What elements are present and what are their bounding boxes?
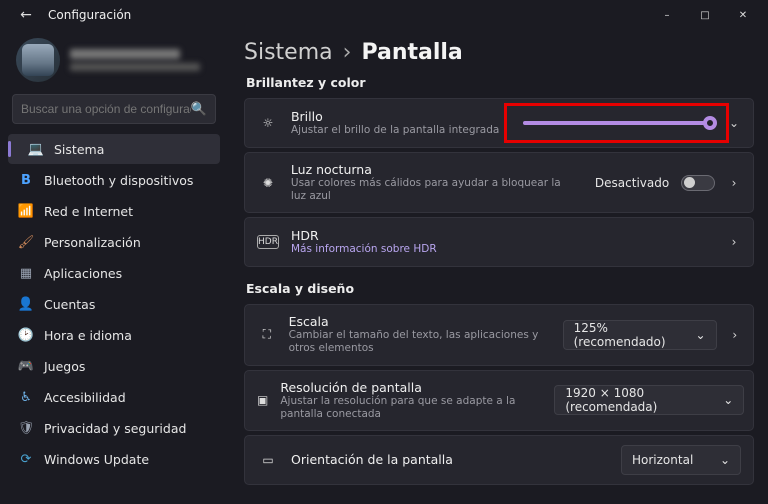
close-button[interactable]: ✕ <box>724 1 762 29</box>
minimize-button[interactable]: – <box>648 1 686 29</box>
card-orientacion[interactable]: ▭ Orientación de la pantalla Horizontal … <box>244 435 754 485</box>
privacy-icon: 🛡 <box>18 420 34 436</box>
nav-list: 💻 Sistema B Bluetooth y dispositivos 📶 R… <box>8 134 220 474</box>
chevron-down-icon: ⌄ <box>723 393 733 407</box>
card-luz-nocturna[interactable]: ✺ Luz nocturna Usar colores más cálidos … <box>244 152 754 213</box>
sidebar-item-update[interactable]: ⟳ Windows Update <box>8 444 220 474</box>
card-hdr[interactable]: HDR HDR Más información sobre HDR › <box>244 217 754 267</box>
sidebar-item-label: Bluetooth y dispositivos <box>44 173 193 188</box>
network-icon: 📶 <box>18 203 34 219</box>
chevron-down-icon[interactable]: ⌄ <box>727 116 741 130</box>
orientation-dropdown[interactable]: Horizontal ⌄ <box>621 445 741 475</box>
system-icon: 💻 <box>28 141 44 157</box>
back-button[interactable]: ← <box>14 7 38 23</box>
sidebar-item-personalizacion[interactable]: 🖌 Personalización <box>8 227 220 257</box>
card-title: Resolución de pantalla <box>280 380 530 395</box>
nightlight-toggle[interactable] <box>681 175 715 191</box>
scale-icon: ⛶ <box>257 327 277 342</box>
card-sub: Ajustar el brillo de la pantalla integra… <box>291 124 499 137</box>
sidebar-item-label: Sistema <box>54 142 104 157</box>
section-scale-layout: Escala y diseño <box>246 281 754 296</box>
sidebar-item-label: Windows Update <box>44 452 149 467</box>
sidebar-item-sistema[interactable]: 💻 Sistema <box>8 134 220 164</box>
card-title: Luz nocturna <box>291 162 571 177</box>
accessibility-icon: ♿ <box>18 389 34 405</box>
sidebar-item-bluetooth[interactable]: B Bluetooth y dispositivos <box>8 165 220 195</box>
personalization-icon: 🖌 <box>18 234 34 250</box>
breadcrumb-current: Pantalla <box>361 40 462 65</box>
sidebar-item-label: Red e Internet <box>44 204 133 219</box>
chevron-down-icon: ⌄ <box>695 328 705 342</box>
search-box[interactable]: 🔍 <box>12 94 216 124</box>
apps-icon: ▦ <box>18 265 34 281</box>
breadcrumb: Sistema › Pantalla <box>244 40 754 65</box>
orientation-icon: ▭ <box>257 453 279 467</box>
main-panel: Sistema › Pantalla Brillantez y color ☼ … <box>226 30 768 504</box>
bluetooth-icon: B <box>18 172 34 188</box>
card-title: Brillo <box>291 109 499 124</box>
resolution-dropdown[interactable]: 1920 × 1080 (recomendada) ⌄ <box>554 385 744 415</box>
sidebar-item-label: Aplicaciones <box>44 266 122 281</box>
hdr-badge-icon: HDR <box>257 235 279 249</box>
dropdown-value: 1920 × 1080 (recomendada) <box>565 386 715 414</box>
card-resolucion[interactable]: ▣ Resolución de pantalla Ajustar la reso… <box>244 370 754 431</box>
gaming-icon: 🎮 <box>18 358 34 374</box>
breadcrumb-parent[interactable]: Sistema <box>244 40 333 65</box>
slider-thumb[interactable] <box>703 116 717 130</box>
sidebar-item-label: Privacidad y seguridad <box>44 421 186 436</box>
search-icon: 🔍 <box>191 102 207 117</box>
card-title: Orientación de la pantalla <box>291 452 453 467</box>
sidebar-item-cuentas[interactable]: 👤 Cuentas <box>8 289 220 319</box>
sidebar-item-label: Personalización <box>44 235 141 250</box>
section-brightness-color: Brillantez y color <box>246 75 754 90</box>
card-brillo[interactable]: ☼ Brillo Ajustar el brillo de la pantall… <box>244 98 754 148</box>
update-icon: ⟳ <box>18 451 34 467</box>
sidebar-item-label: Cuentas <box>44 297 95 312</box>
nightlight-icon: ✺ <box>257 176 279 190</box>
card-escala[interactable]: ⛶ Escala Cambiar el tamaño del texto, la… <box>244 304 754 365</box>
card-title: Escala <box>289 314 539 329</box>
dropdown-value: Horizontal <box>632 453 693 467</box>
sidebar-item-label: Accesibilidad <box>44 390 126 405</box>
card-title: HDR <box>291 228 437 243</box>
sidebar-item-juegos[interactable]: 🎮 Juegos <box>8 351 220 381</box>
sidebar-item-label: Juegos <box>44 359 85 374</box>
brightness-slider[interactable] <box>523 121 715 125</box>
accounts-icon: 👤 <box>18 296 34 312</box>
avatar <box>16 38 60 82</box>
chevron-right-icon[interactable]: › <box>729 328 741 342</box>
sidebar-item-accesibilidad[interactable]: ♿ Accesibilidad <box>8 382 220 412</box>
profile-block[interactable] <box>8 30 220 92</box>
titlebar: ← Configuración – □ ✕ <box>0 0 768 30</box>
window-title: Configuración <box>48 8 131 22</box>
brightness-icon: ☼ <box>257 116 279 130</box>
search-input[interactable] <box>21 102 191 116</box>
nightlight-state: Desactivado <box>595 176 669 190</box>
scale-dropdown[interactable]: 125% (recomendado) ⌄ <box>563 320 717 350</box>
time-language-icon: 🕑 <box>18 327 34 343</box>
card-sub: Usar colores más cálidos para ayudar a b… <box>291 177 571 203</box>
resolution-icon: ▣ <box>257 393 268 407</box>
sidebar-item-aplicaciones[interactable]: ▦ Aplicaciones <box>8 258 220 288</box>
sidebar-item-privacidad[interactable]: 🛡 Privacidad y seguridad <box>8 413 220 443</box>
card-sub: Cambiar el tamaño del texto, las aplicac… <box>289 329 539 355</box>
chevron-down-icon: ⌄ <box>720 453 730 467</box>
sidebar: 🔍 💻 Sistema B Bluetooth y dispositivos 📶… <box>0 30 226 504</box>
sidebar-item-label: Hora e idioma <box>44 328 132 343</box>
card-sub: Ajustar la resolución para que se adapte… <box>280 395 530 421</box>
sidebar-item-red[interactable]: 📶 Red e Internet <box>8 196 220 226</box>
chevron-right-icon[interactable]: › <box>727 235 741 249</box>
chevron-right-icon[interactable]: › <box>727 176 741 190</box>
maximize-button[interactable]: □ <box>686 1 724 29</box>
profile-text <box>70 49 200 71</box>
hdr-link[interactable]: Más información sobre HDR <box>291 243 437 256</box>
sidebar-item-hora[interactable]: 🕑 Hora e idioma <box>8 320 220 350</box>
breadcrumb-sep: › <box>343 40 352 65</box>
dropdown-value: 125% (recomendado) <box>574 321 688 349</box>
